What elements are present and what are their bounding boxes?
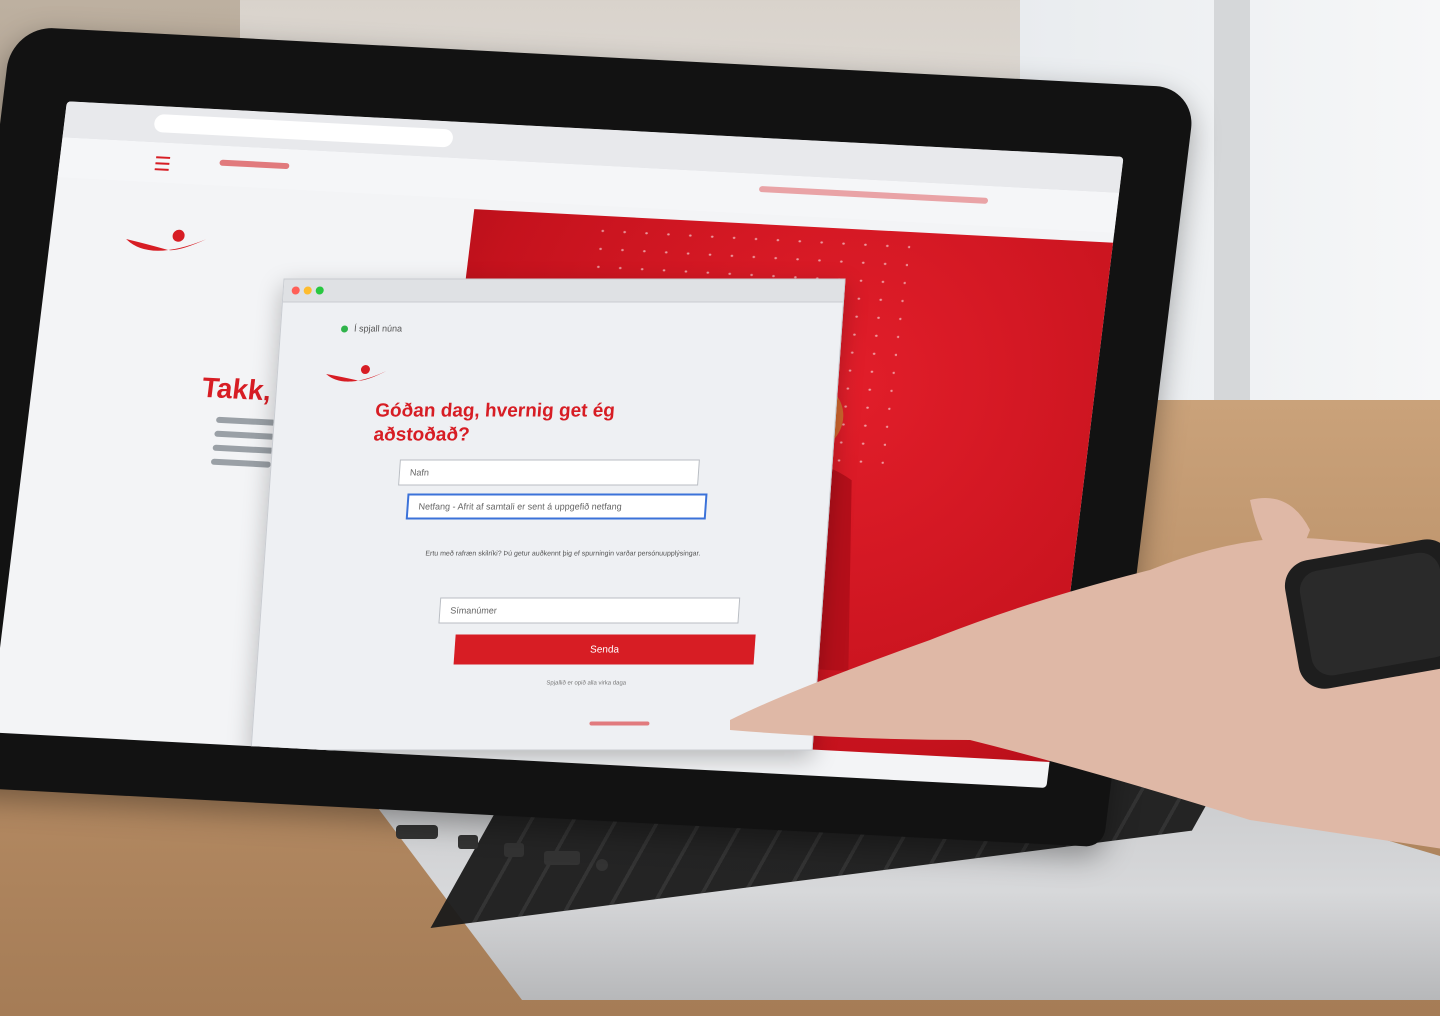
chat-footer-note: Spjallið er opið alla virka daga xyxy=(546,680,627,687)
phone-field[interactable]: Símanúmer xyxy=(438,597,741,624)
chat-status-label: Í spjall núna xyxy=(353,323,403,334)
chat-window-titlebar xyxy=(282,279,845,303)
laptop-ports xyxy=(396,825,608,871)
chat-greeting: Góðan dag, hvernig get ég aðstoðað? xyxy=(372,400,616,446)
hamburger-icon[interactable] xyxy=(154,156,171,171)
minimize-icon[interactable] xyxy=(303,286,312,295)
brand-logo[interactable] xyxy=(119,225,213,270)
online-icon xyxy=(340,325,349,333)
chat-footer-link[interactable] xyxy=(589,721,650,726)
send-button[interactable]: Senda xyxy=(453,634,756,665)
chat-logo xyxy=(326,365,387,382)
maximize-icon[interactable] xyxy=(315,286,324,295)
name-field[interactable]: Nafn xyxy=(398,459,700,486)
url-bar[interactable] xyxy=(153,113,454,148)
authentication-note: Ertu með rafræn skilríki? Þú getur auðke… xyxy=(425,550,701,558)
chat-status: Í spjall núna xyxy=(340,323,403,334)
close-icon[interactable] xyxy=(291,286,300,295)
email-field[interactable]: Netfang - Afrit af samtali er sent á upp… xyxy=(405,493,708,520)
hand xyxy=(730,498,1440,849)
